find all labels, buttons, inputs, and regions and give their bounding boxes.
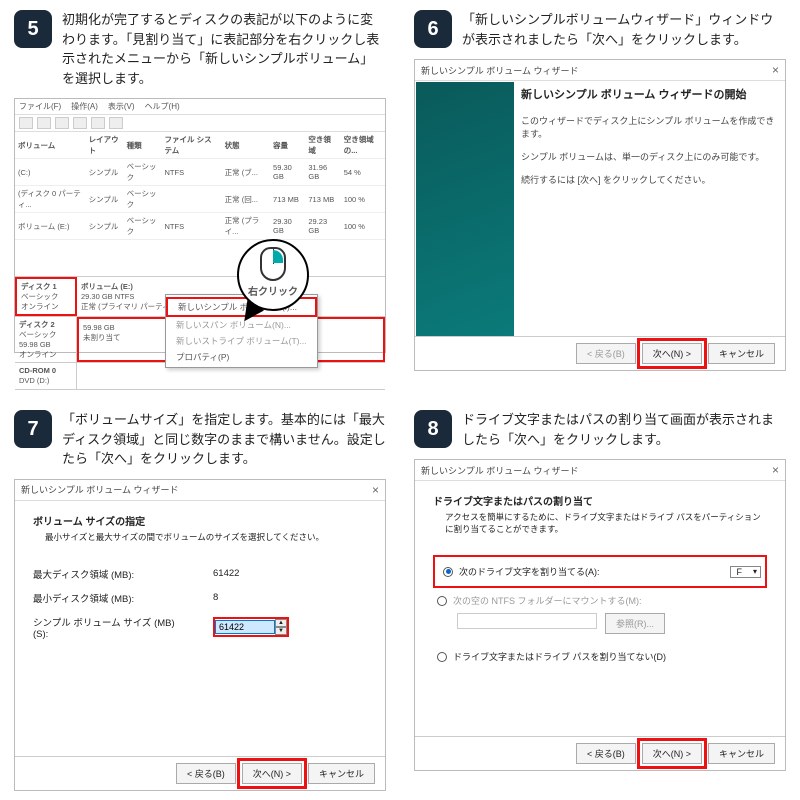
close-icon[interactable]: × <box>772 463 779 477</box>
cancel-button[interactable]: キャンセル <box>708 343 775 364</box>
spin-up-icon[interactable]: ▲ <box>275 619 287 627</box>
window-title: 新しいシンプル ボリューム ウィザード <box>21 483 178 496</box>
tool-icon[interactable] <box>19 117 33 129</box>
next-button[interactable]: 次へ(N) > <box>642 343 702 364</box>
spin-down-icon[interactable]: ▼ <box>275 627 287 635</box>
step-description: 「新しいシンプルボリュームウィザード」ウィンドウが表示されましたら「次へ」をクリ… <box>462 10 786 49</box>
opt-no-assign-label: ドライブ文字またはドライブ パスを割り当てない(D) <box>453 650 666 663</box>
radio-mount-folder[interactable] <box>437 596 447 606</box>
wizard-window: 新しいシンプル ボリューム ウィザード × 新しいシンプル ボリューム ウィザー… <box>414 59 786 371</box>
menubar[interactable]: ファイル(F) 操作(A) 表示(V) ヘルプ(H) <box>15 99 385 115</box>
step-description: 初期化が完了するとディスクの表記が以下のように変わります。「見割り当て」に表記部… <box>62 10 386 88</box>
menu-help[interactable]: ヘルプ(H) <box>145 101 180 112</box>
col-status[interactable]: 状態 <box>222 132 270 159</box>
wizard-window: 新しいシンプル ボリューム ウィザード × ドライブ文字またはパスの割り当て ア… <box>414 459 786 771</box>
close-icon[interactable]: × <box>372 483 379 497</box>
step-8: 8 ドライブ文字またはパスの割り当て画面が表示されましたら「次へ」をクリックしま… <box>400 400 800 800</box>
window-title: 新しいシンプル ボリューム ウィザード <box>421 64 578 77</box>
step-description: 「ボリュームサイズ」を指定します。基本的には「最大ディスク領域」と同じ数字のまま… <box>62 410 386 469</box>
max-disk-label: 最大ディスク領域 (MB): <box>33 567 183 581</box>
wizard-heading: 新しいシンプル ボリューム ウィザードの開始 <box>521 86 775 102</box>
menu-view[interactable]: 表示(V) <box>108 101 135 112</box>
wizard-text: 続行するには [次へ] をクリックしてください。 <box>521 173 775 186</box>
toolbar[interactable] <box>15 115 385 132</box>
menu-file[interactable]: ファイル(F) <box>19 101 61 112</box>
wizard-text: シンプル ボリュームは、単一のディスク上にのみ可能です。 <box>521 150 775 163</box>
menu-properties[interactable]: プロパティ(P) <box>166 349 317 365</box>
window-title: 新しいシンプル ボリューム ウィザード <box>421 464 578 477</box>
tool-icon[interactable] <box>55 117 69 129</box>
table-row[interactable]: (C:)シンプルベーシックNTFS正常 (ブ...59.30 GB31.96 G… <box>15 159 385 186</box>
wizard-text: このウィザードでディスク上にシンプル ボリュームを作成できます。 <box>521 114 775 140</box>
col-type[interactable]: 種類 <box>124 132 162 159</box>
table-row[interactable]: (ディスク 0 パーティ...シンプルベーシック正常 (回...713 MB71… <box>15 186 385 213</box>
step-7: 7 「ボリュームサイズ」を指定します。基本的には「最大ディスク領域」と同じ数字の… <box>0 400 400 800</box>
wizard-heading: ボリューム サイズの指定 <box>33 517 145 528</box>
step-description: ドライブ文字またはパスの割り当て画面が表示されましたら「次へ」をクリックします。 <box>462 410 786 449</box>
tool-icon[interactable] <box>109 117 123 129</box>
max-disk-value: 61422 <box>213 568 239 579</box>
volume-size-spinner[interactable]: ▲▼ <box>213 617 289 637</box>
callout-text: 右クリック <box>239 283 307 298</box>
back-button: < 戻る(B) <box>576 343 636 364</box>
opt-assign-letter-label: 次のドライブ文字を割り当てる(A): <box>459 565 600 578</box>
tool-icon[interactable] <box>91 117 105 129</box>
cancel-button[interactable]: キャンセル <box>708 743 775 764</box>
wizard-subtext: アクセスを簡単にするために、ドライブ文字またはドライブ パスをパーティションに割… <box>445 511 767 535</box>
volume-size-input[interactable] <box>215 620 275 634</box>
context-menu[interactable]: 新しいシンプル ボリューム(I)... 新しいスパン ボリューム(N)... 新… <box>165 294 318 368</box>
assign-drive-letter-row: 次のドライブ文字を割り当てる(A): F <box>433 555 767 588</box>
table-row[interactable]: ボリューム (E:)シンプルベーシックNTFS正常 (プライ...29.30 G… <box>15 213 385 240</box>
col-volume[interactable]: ボリューム <box>15 132 86 159</box>
back-button[interactable]: < 戻る(B) <box>576 743 636 764</box>
opt-mount-folder-label: 次の空の NTFS フォルダーにマウントする(M): <box>453 594 642 607</box>
volume-size-label: シンプル ボリューム サイズ (MB)(S): <box>33 615 183 640</box>
step-badge: 5 <box>14 10 52 48</box>
radio-no-assign[interactable] <box>437 652 447 662</box>
min-disk-label: 最小ディスク領域 (MB): <box>33 591 183 605</box>
disk1-label: ディスク 1 ベーシック オンライン <box>15 277 77 316</box>
menu-new-stripe-volume[interactable]: 新しいストライプ ボリューム(T)... <box>166 333 317 349</box>
volume-table[interactable]: ボリューム レイアウト 種類 ファイル システム 状態 容量 空き領域 空き領域… <box>15 132 385 240</box>
wizard-window: 新しいシンプル ボリューム ウィザード × ボリューム サイズの指定 最小サイズ… <box>14 479 386 791</box>
radio-assign-letter[interactable] <box>443 567 453 577</box>
tool-icon[interactable] <box>73 117 87 129</box>
wizard-heading: ドライブ文字またはパスの割り当て <box>433 497 593 508</box>
step-badge: 6 <box>414 10 452 48</box>
col-pct[interactable]: 空き領域の... <box>341 132 385 159</box>
cancel-button[interactable]: キャンセル <box>308 763 375 784</box>
col-free[interactable]: 空き領域 <box>305 132 340 159</box>
menu-action[interactable]: 操作(A) <box>71 101 98 112</box>
wizard-sidebar-graphic <box>416 82 514 336</box>
col-layout[interactable]: レイアウト <box>86 132 124 159</box>
close-icon[interactable]: × <box>772 63 779 77</box>
col-cap[interactable]: 容量 <box>270 132 305 159</box>
browse-button: 参照(R)... <box>605 613 665 634</box>
mouse-icon <box>260 247 286 281</box>
mount-path-input <box>457 613 597 629</box>
drive-letter-dropdown[interactable]: F <box>730 566 762 578</box>
back-button[interactable]: < 戻る(B) <box>176 763 236 784</box>
min-disk-value: 8 <box>213 592 218 603</box>
disk-management-window: ファイル(F) 操作(A) 表示(V) ヘルプ(H) ボリューム レイアウト 種… <box>14 98 386 353</box>
next-button[interactable]: 次へ(N) > <box>642 743 702 764</box>
col-fs[interactable]: ファイル システム <box>162 132 222 159</box>
step-5: 5 初期化が完了するとディスクの表記が以下のように変わります。「見割り当て」に表… <box>0 0 400 400</box>
step-badge: 7 <box>14 410 52 448</box>
tool-icon[interactable] <box>37 117 51 129</box>
step-badge: 8 <box>414 410 452 448</box>
wizard-subtext: 最小サイズと最大サイズの間でボリュームのサイズを選択してください。 <box>45 531 367 543</box>
next-button[interactable]: 次へ(N) > <box>242 763 302 784</box>
step-6: 6 「新しいシンプルボリュームウィザード」ウィンドウが表示されましたら「次へ」を… <box>400 0 800 400</box>
